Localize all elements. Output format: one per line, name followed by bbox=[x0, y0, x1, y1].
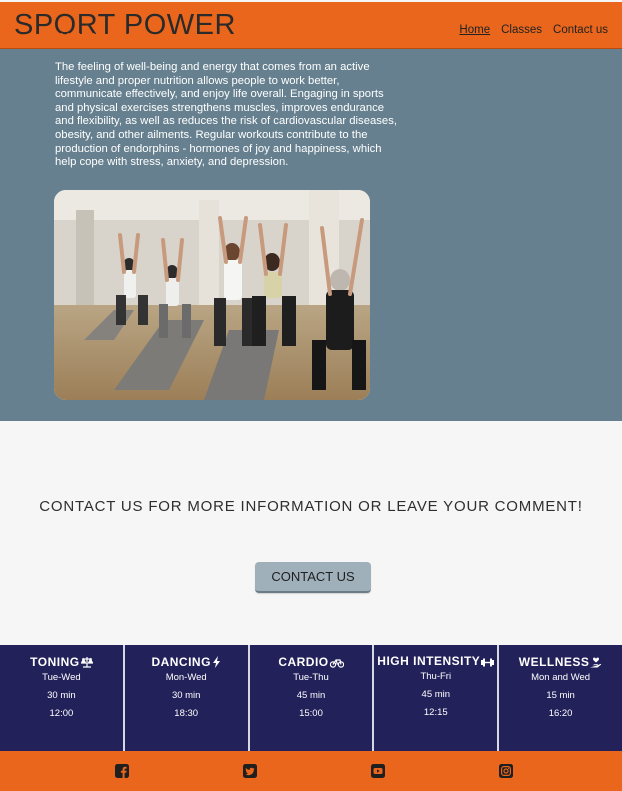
class-days: Tue-Wed bbox=[42, 672, 81, 683]
class-time: 15:00 bbox=[299, 708, 323, 719]
bicycle-icon bbox=[329, 659, 344, 668]
nav-home[interactable]: Home bbox=[459, 24, 490, 36]
class-days: Mon-Wed bbox=[165, 672, 207, 683]
class-name: WELLNESS bbox=[499, 655, 622, 669]
class-name: HIGH INTENSITY bbox=[374, 655, 497, 668]
scale-icon bbox=[80, 657, 94, 668]
contact-heading: CONTACT US FOR MORE INFORMATION OR LEAVE… bbox=[39, 498, 583, 515]
class-time: 12:00 bbox=[49, 708, 74, 719]
instagram-icon[interactable] bbox=[499, 764, 513, 778]
class-days: Mon and Wed bbox=[531, 672, 591, 683]
main-nav: Home Classes Contact us bbox=[459, 24, 608, 36]
class-duration: 15 min bbox=[546, 690, 575, 701]
class-duration: 30 min bbox=[171, 690, 201, 701]
class-card-wellness[interactable]: WELLNESS Mon and Wed 15 min 16:20 bbox=[499, 645, 622, 751]
nav-classes[interactable]: Classes bbox=[501, 24, 542, 36]
hand-holding-heart-icon bbox=[590, 657, 602, 668]
dumbbell-icon bbox=[481, 658, 495, 667]
class-duration: 45 min bbox=[421, 689, 451, 700]
class-card-dancing[interactable]: DANCING Mon-Wed 30 min 18:30 bbox=[125, 645, 250, 751]
class-time: 18:30 bbox=[174, 708, 199, 719]
class-time: 16:20 bbox=[548, 708, 573, 719]
twitter-icon[interactable] bbox=[243, 764, 257, 778]
class-name: DANCING bbox=[125, 655, 248, 669]
class-schedule: TONING Tue-Wed 30 min 12:00 DANCING Mon-… bbox=[0, 645, 622, 751]
class-card-cardio[interactable]: CARDIO Tue-Thu 45 min 15:00 bbox=[250, 645, 375, 751]
class-card-high-intensity[interactable]: HIGH INTENSITY Thu-Fri 45 min 12:15 bbox=[374, 645, 500, 751]
class-duration: 45 min bbox=[296, 690, 326, 701]
class-name: CARDIO bbox=[250, 655, 373, 669]
class-time: 12:15 bbox=[423, 707, 448, 718]
contact-us-button[interactable]: CONTACT US bbox=[255, 562, 371, 593]
bolt-icon bbox=[212, 656, 220, 668]
wellness-description: The feeling of well-being and energy tha… bbox=[55, 61, 397, 169]
site-footer bbox=[0, 751, 622, 791]
youtube-icon[interactable] bbox=[371, 764, 385, 778]
class-name: TONING bbox=[0, 655, 123, 669]
class-card-toning[interactable]: TONING Tue-Wed 30 min 12:00 bbox=[0, 645, 125, 751]
class-duration: 30 min bbox=[47, 690, 76, 701]
wellness-section: WELLNESS The feeling of well-being and e… bbox=[0, 31, 622, 421]
class-days: Thu-Fri bbox=[420, 671, 452, 682]
facebook-icon[interactable] bbox=[115, 764, 129, 778]
nav-contact-us[interactable]: Contact us bbox=[553, 24, 608, 36]
yoga-class-photo bbox=[54, 190, 370, 400]
section-title: WELLNESS bbox=[54, 31, 150, 48]
class-days: Tue-Thu bbox=[293, 672, 329, 683]
